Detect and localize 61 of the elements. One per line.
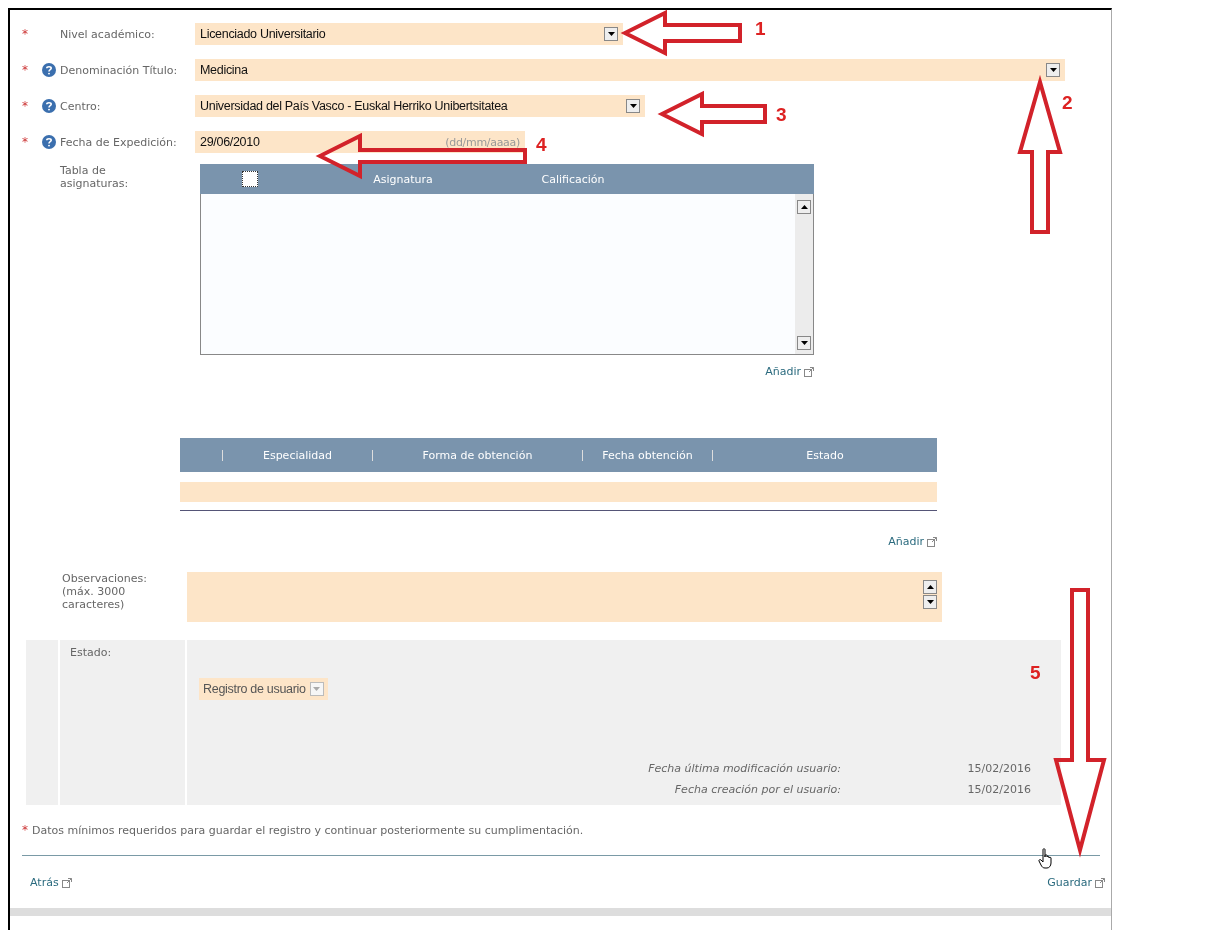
add-link[interactable]: Añadir xyxy=(888,535,924,548)
required-mark: * xyxy=(22,823,28,837)
caret-icon xyxy=(313,687,321,691)
help-icon[interactable] xyxy=(42,63,56,77)
column-header: Calificación xyxy=(540,172,606,186)
scroll-down-button[interactable] xyxy=(923,595,937,609)
horizontal-scrollbar[interactable] xyxy=(10,908,1111,916)
field-label: Observaciones: (máx. 3000 caracteres) xyxy=(62,572,148,613)
caret-icon xyxy=(926,600,934,604)
dropdown-button[interactable] xyxy=(604,27,618,41)
date-label: Fecha creación por el usuario: xyxy=(673,783,842,796)
annotation-number: 1 xyxy=(755,18,766,40)
field-label: Nivel académico: xyxy=(60,27,156,41)
caret-icon xyxy=(926,585,934,589)
required-mark: * xyxy=(22,27,28,41)
external-link-icon xyxy=(804,366,814,377)
caret-icon xyxy=(800,341,808,345)
select-field[interactable]: Medicina xyxy=(195,59,1065,81)
column-header: Asignatura xyxy=(372,172,434,186)
date-label: Fecha última modificación usuario: xyxy=(647,762,842,775)
caret-icon xyxy=(1049,68,1057,72)
field-label: Denominación Título: xyxy=(60,63,179,77)
external-link-icon xyxy=(61,877,72,888)
column-header: Fecha obtención xyxy=(582,449,712,461)
column-header: Especialidad xyxy=(222,449,372,461)
annotation-number: 3 xyxy=(776,104,787,126)
external-link-icon xyxy=(1095,877,1105,888)
column-header: Estado xyxy=(712,449,937,461)
hand-cursor-icon xyxy=(1038,848,1054,870)
date-value: 15/02/2016 xyxy=(966,762,1031,775)
scroll-up-button[interactable] xyxy=(923,580,937,594)
column-header: Forma de obtención xyxy=(372,449,582,461)
annotation-number: 4 xyxy=(536,134,547,156)
field-label: Centro: xyxy=(60,99,102,113)
help-icon[interactable] xyxy=(42,99,56,113)
required-mark: * xyxy=(22,63,28,77)
required-note: Datos mínimos requeridos para guardar el registro y continuar posteriormente su cumplimentación. xyxy=(32,824,584,837)
external-link-icon xyxy=(927,536,937,547)
add-link[interactable]: Añadir xyxy=(765,365,801,378)
help-icon[interactable] xyxy=(42,135,56,149)
required-mark: * xyxy=(22,99,28,113)
footer-link[interactable]: Atrás xyxy=(30,876,59,889)
select-field[interactable]: Universidad del País Vasco - Euskal Herriko Unibertsitatea xyxy=(195,95,645,117)
caret-icon xyxy=(800,205,808,209)
dropdown-button[interactable] xyxy=(1046,63,1060,77)
field-label: Fecha de Expedición: xyxy=(60,135,178,149)
annotation-number: 2 xyxy=(1062,92,1073,114)
footer-link[interactable]: Guardar xyxy=(1047,876,1092,889)
scrollbar[interactable] xyxy=(795,194,813,354)
caret-icon xyxy=(629,104,637,108)
select-all-checkbox[interactable] xyxy=(242,171,258,187)
field-label: Estado: xyxy=(70,646,112,659)
scroll-up-button[interactable] xyxy=(797,200,811,214)
annotation-number: 5 xyxy=(1030,662,1041,684)
caret-icon xyxy=(607,32,615,36)
dropdown-button[interactable] xyxy=(626,99,640,113)
select-field[interactable]: Licenciado Universitario xyxy=(195,23,623,45)
field-label: Tabla de asignaturas: xyxy=(60,164,130,192)
date-value: 15/02/2016 xyxy=(966,783,1031,796)
required-mark: * xyxy=(22,135,28,149)
scroll-down-button[interactable] xyxy=(797,336,811,350)
